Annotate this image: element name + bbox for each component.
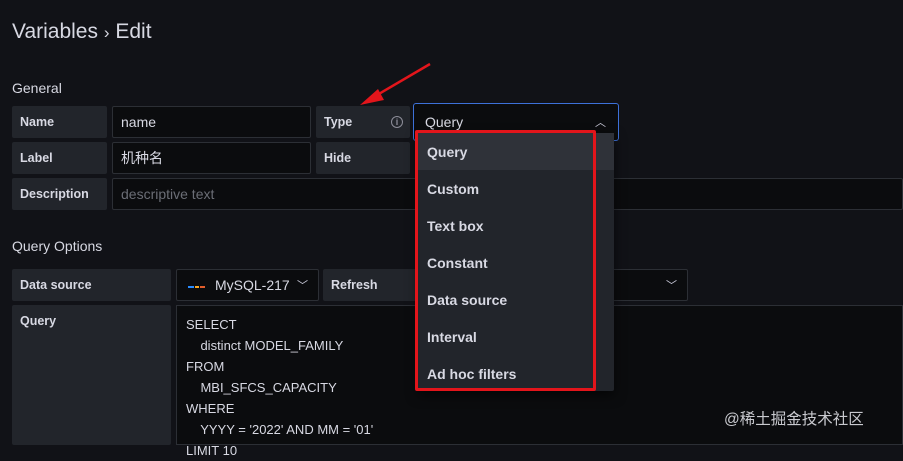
type-option-data-source[interactable]: Data source [418,281,614,318]
type-label-text: Type [324,115,353,129]
chevron-down-icon: ﹀ [666,280,677,292]
type-option-custom[interactable]: Custom [418,170,614,207]
query-options-heading: Query Options [12,238,103,254]
description-label: Description [12,178,107,210]
chevron-down-icon: ﹀ [297,280,308,292]
info-icon[interactable]: i [391,116,403,128]
refresh-label: Refresh [323,269,417,301]
annotation-arrow-icon [360,62,431,105]
label-label: Label [12,142,107,174]
page-title-text: Variables [12,20,98,43]
datasource-label: Data source [12,269,171,301]
page-title: Variables › Edit [12,20,152,44]
watermark-text: @稀土掘金技术社区 [724,411,864,428]
chevron-up-icon: ︿ [595,117,606,129]
datasource-value: MySQL-217 [215,277,290,293]
type-select-value: Query [425,114,464,130]
page-title-suffix: Edit [115,20,152,43]
general-heading: General [12,80,62,96]
type-option-constant[interactable]: Constant [418,244,614,281]
query-line: LIMIT 10 [186,443,238,458]
type-dropdown-menu: Query Custom Text box Constant Data sour… [418,133,614,391]
breadcrumb-separator: › [103,23,110,42]
mysql-icon [188,286,205,288]
type-option-ad-hoc-filters[interactable]: Ad hoc filters [418,355,614,392]
type-option-query[interactable]: Query [418,133,614,170]
datasource-select[interactable]: MySQL-217 ﹀ [176,269,319,301]
type-option-text-box[interactable]: Text box [418,207,614,244]
query-label: Query [12,305,171,445]
name-label: Name [12,106,107,138]
label-input[interactable]: 机种名 [112,142,311,174]
type-option-interval[interactable]: Interval [418,318,614,355]
name-input[interactable]: name [112,106,311,138]
hide-label: Hide [316,142,410,174]
